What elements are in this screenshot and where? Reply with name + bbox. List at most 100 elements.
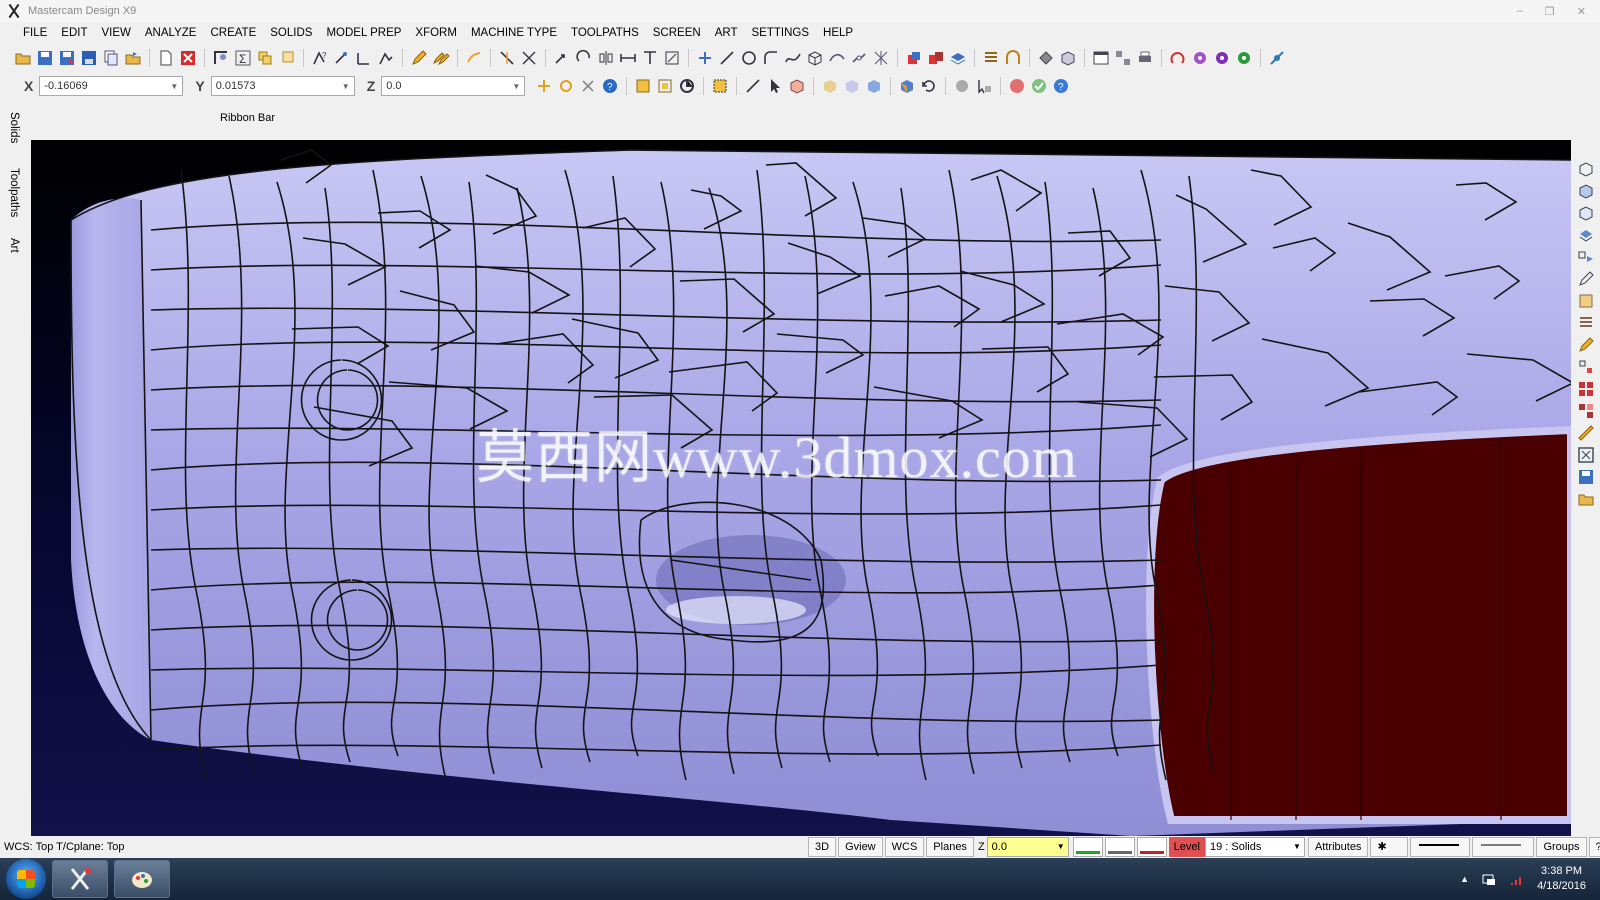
menu-toolpaths[interactable]: TOOLPATHS — [564, 23, 646, 43]
window-layout-icon[interactable] — [1091, 48, 1111, 68]
menu-art[interactable]: ART — [708, 23, 745, 43]
graphics-viewport[interactable]: 莫西网www.3dmox.com — [31, 140, 1571, 836]
view-pencil-icon[interactable] — [1577, 336, 1595, 354]
view-sheet-icon[interactable] — [1577, 292, 1595, 310]
mirror-icon[interactable] — [596, 48, 616, 68]
translate-icon[interactable] — [552, 48, 572, 68]
menu-model-prep[interactable]: MODEL PREP — [319, 23, 408, 43]
stretch-icon[interactable] — [618, 48, 638, 68]
clear-point-icon[interactable] — [578, 76, 598, 96]
gear-purple-icon[interactable] — [1212, 48, 1232, 68]
view-grid-icon[interactable] — [1577, 358, 1595, 376]
edge-select-icon[interactable] — [864, 76, 884, 96]
view-layers-icon[interactable] — [1577, 248, 1595, 266]
sum-icon[interactable]: Σ — [233, 48, 253, 68]
select-all-icon[interactable] — [633, 76, 653, 96]
save-as-icon[interactable] — [57, 48, 77, 68]
chevron-down-icon[interactable]: ▼ — [170, 82, 178, 91]
multi-copy-icon[interactable] — [255, 48, 275, 68]
menu-xform[interactable]: XFORM — [408, 23, 464, 43]
view-save-icon[interactable] — [1577, 468, 1595, 486]
view-rotate-icon[interactable] — [1036, 48, 1056, 68]
y-coord-input[interactable]: 0.01573 ▼ — [210, 76, 355, 96]
solid-boolean-icon[interactable] — [926, 48, 946, 68]
taskbar-paint[interactable] — [114, 860, 170, 898]
stack-icon[interactable] — [277, 48, 297, 68]
contour-analyze-icon[interactable] — [376, 48, 396, 68]
save-icon[interactable] — [35, 48, 55, 68]
cancel-red-icon[interactable] — [1007, 76, 1027, 96]
create-point-icon[interactable] — [695, 48, 715, 68]
view-iso-icon[interactable] — [1577, 160, 1595, 178]
curve-analyze-icon[interactable]: ? — [310, 48, 330, 68]
arch-icon[interactable] — [1003, 48, 1023, 68]
open-file-icon[interactable] — [13, 48, 33, 68]
color-swatch-gray[interactable] — [1104, 837, 1135, 857]
line-style-select[interactable] — [1410, 837, 1471, 857]
menu-view[interactable]: VIEW — [95, 23, 138, 43]
planes-button[interactable]: Planes — [926, 837, 974, 857]
color-swatch-red[interactable] — [1136, 837, 1167, 857]
tab-toolpaths[interactable]: Toolpaths — [8, 168, 20, 217]
face-select-icon[interactable] — [820, 76, 840, 96]
regen-icon[interactable] — [1168, 48, 1188, 68]
customize-icon[interactable] — [1267, 48, 1287, 68]
x-coord-input[interactable]: -0.16069 ▼ — [39, 76, 184, 96]
chevron-down-icon[interactable]: ▼ — [1057, 838, 1065, 856]
mask-icon[interactable] — [974, 76, 994, 96]
verify-icon[interactable] — [677, 76, 697, 96]
level-select[interactable]: 19 : Solids ▼ — [1204, 837, 1305, 857]
trim-icon[interactable] — [497, 48, 517, 68]
point-style-select[interactable]: ✱ — [1370, 837, 1409, 857]
menu-machine-type[interactable]: MACHINE TYPE — [464, 23, 564, 43]
create-fillet-icon[interactable] — [761, 48, 781, 68]
tab-art[interactable]: Art — [8, 238, 20, 253]
z-coord-input[interactable]: 0.0 ▼ — [381, 76, 526, 96]
chevron-down-icon[interactable]: ▼ — [342, 82, 350, 91]
status-help-button[interactable]: ? — [1588, 837, 1600, 857]
convert-file-icon[interactable] — [123, 48, 143, 68]
view-list-icon[interactable] — [1577, 314, 1595, 332]
network-icon[interactable] — [1481, 871, 1497, 887]
create-line-icon[interactable] — [717, 48, 737, 68]
lock-select-icon[interactable] — [952, 76, 972, 96]
settings-gear-icon[interactable] — [1190, 48, 1210, 68]
taskbar-mastercam[interactable] — [52, 860, 108, 898]
line-width-select[interactable] — [1472, 837, 1535, 857]
wcs-button[interactable]: WCS — [884, 837, 925, 857]
menu-help[interactable]: HELP — [816, 23, 860, 43]
help-blue-icon[interactable]: ? — [1051, 76, 1071, 96]
fit-screen-icon[interactable] — [1577, 446, 1595, 464]
chevron-down-icon[interactable]: ▼ — [512, 82, 520, 91]
toolpath-list-icon[interactable] — [981, 48, 1001, 68]
3d-button[interactable]: 3D — [808, 837, 837, 857]
help-circle-icon[interactable]: ? — [600, 76, 620, 96]
menu-screen[interactable]: SCREEN — [646, 23, 708, 43]
chain-icon[interactable] — [849, 48, 869, 68]
menu-settings[interactable]: SETTINGS — [745, 23, 817, 43]
view-open-icon[interactable] — [1577, 490, 1595, 508]
clock[interactable]: 3:38 PM 4/18/2016 — [1537, 864, 1586, 894]
close-button[interactable]: ✕ — [1577, 5, 1586, 18]
body-select-icon[interactable] — [842, 76, 862, 96]
view-tiles-icon[interactable] — [1577, 380, 1595, 398]
autocursor-icon[interactable] — [556, 76, 576, 96]
view-cube-icon[interactable] — [1058, 48, 1078, 68]
surface-icon[interactable] — [827, 48, 847, 68]
view-right-icon[interactable] — [1577, 226, 1595, 244]
viewsheet-icon[interactable] — [1113, 48, 1133, 68]
pencil-icon[interactable] — [409, 48, 429, 68]
delete-icon[interactable] — [178, 48, 198, 68]
start-button[interactable] — [6, 859, 46, 899]
rotate-icon[interactable] — [574, 48, 594, 68]
restore-button[interactable]: ❐ — [1545, 5, 1555, 18]
view-edit-icon[interactable] — [1577, 270, 1595, 288]
level-button[interactable]: Level — [1168, 837, 1205, 857]
copy-file-icon[interactable] — [101, 48, 121, 68]
menu-create[interactable]: CREATE — [203, 23, 263, 43]
break-icon[interactable] — [519, 48, 539, 68]
groups-button[interactable]: Groups — [1536, 837, 1587, 857]
tab-solids[interactable]: Solids — [8, 112, 20, 143]
z-depth-input[interactable]: 0.0 ▼ — [986, 837, 1069, 857]
create-spline-icon[interactable] — [783, 48, 803, 68]
